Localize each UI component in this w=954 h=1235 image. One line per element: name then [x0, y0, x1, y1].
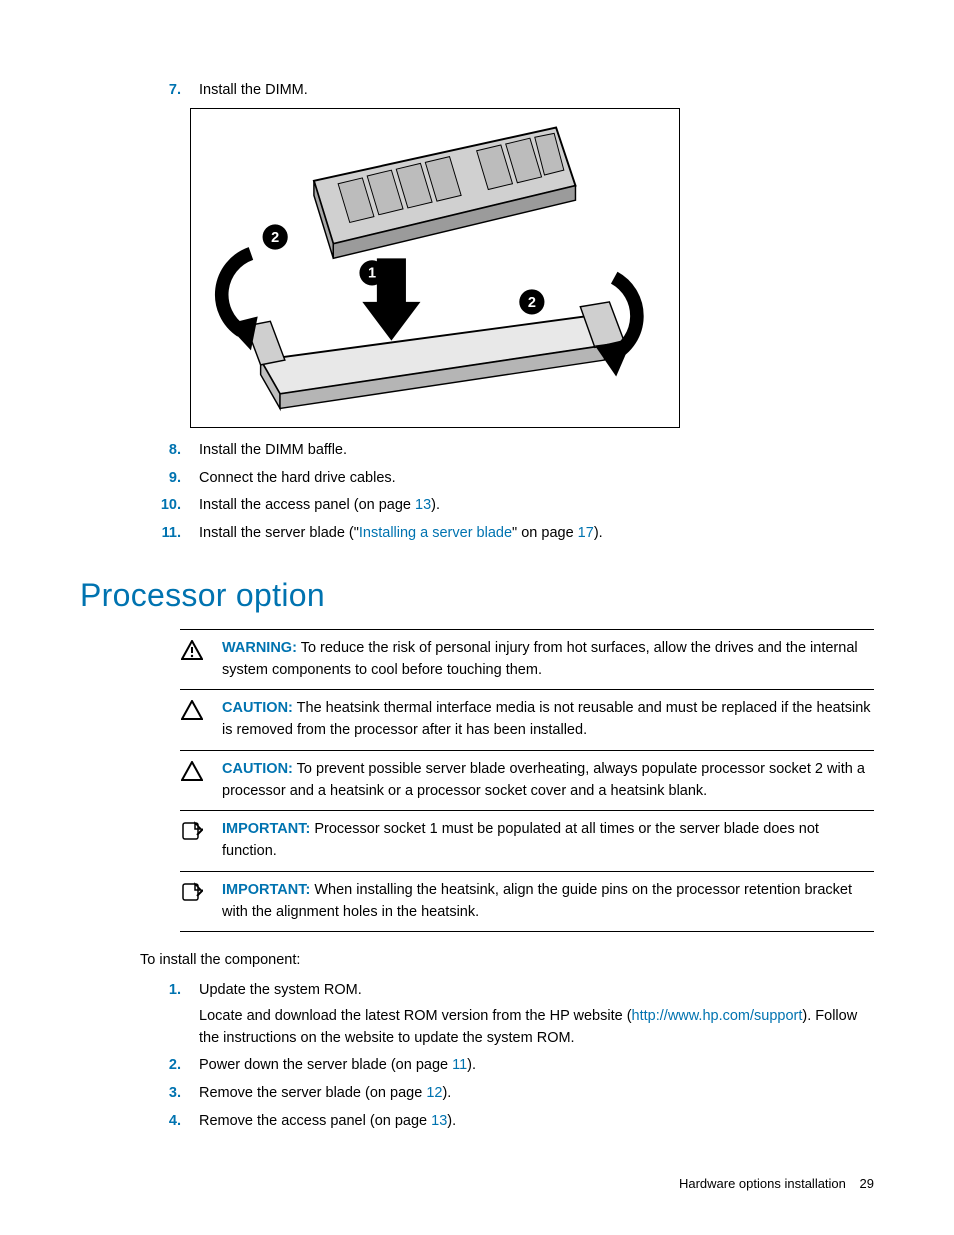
step-7: 7. Install the DIMM. [153, 80, 874, 102]
caution-icon [180, 759, 204, 803]
important-admonition: IMPORTANT: When installing the heatsink,… [180, 871, 874, 933]
important-icon [180, 880, 204, 924]
svg-text:2: 2 [528, 295, 536, 311]
step-list-c: 1. Update the system ROM. Locate and dow… [153, 980, 874, 1133]
step-11: 11. Install the server blade ("Installin… [153, 523, 874, 545]
footer-section: Hardware options installation [679, 1176, 846, 1191]
xref-link[interactable]: Installing a server blade [359, 525, 512, 541]
page-link[interactable]: 11 [452, 1057, 467, 1073]
important-admonition: IMPORTANT: Processor socket 1 must be po… [180, 810, 874, 871]
step-text: Power down the server blade (on page 11)… [199, 1055, 874, 1077]
step-9: 9. Connect the hard drive cables. [153, 468, 874, 490]
step-number: 3. [153, 1083, 181, 1105]
page-link[interactable]: 13 [415, 497, 431, 513]
step-4: 4. Remove the access panel (on page 13). [153, 1111, 874, 1133]
step-number: 2. [153, 1055, 181, 1077]
warning-admonition: WARNING: To reduce the risk of personal … [180, 629, 874, 690]
svg-text:1: 1 [368, 265, 376, 281]
admon-text: Processor socket 1 must be populated at … [222, 821, 819, 859]
step-number: 1. [153, 980, 181, 1049]
dimm-install-figure: 1 2 2 [190, 108, 680, 428]
step-subtext: Locate and download the latest ROM versi… [199, 1006, 874, 1050]
step-text: Update the system ROM. Locate and downlo… [199, 980, 874, 1049]
step-number: 10. [153, 495, 181, 517]
callout-2-right: 2 [519, 289, 544, 314]
step-number: 11. [153, 523, 181, 545]
admon-text: To prevent possible server blade overhea… [222, 761, 865, 799]
admon-label: CAUTION: [222, 700, 293, 716]
admonition-group: WARNING: To reduce the risk of personal … [80, 629, 874, 933]
step-list-a: 7. Install the DIMM. [153, 80, 874, 102]
admon-text: To reduce the risk of personal injury fr… [222, 640, 858, 678]
step-text: Install the access panel (on page 13). [199, 495, 874, 517]
admon-label: IMPORTANT: [222, 882, 310, 898]
important-icon [180, 819, 204, 863]
step-number: 8. [153, 440, 181, 462]
svg-text:2: 2 [271, 230, 279, 246]
callout-1: 1 [359, 260, 384, 285]
step-3: 3. Remove the server blade (on page 12). [153, 1083, 874, 1105]
caution-admonition: CAUTION: To prevent possible server blad… [180, 750, 874, 811]
step-text: Install the DIMM baffle. [199, 440, 874, 462]
admon-text: When installing the heatsink, align the … [222, 882, 852, 920]
admon-label: CAUTION: [222, 761, 293, 777]
step-1: 1. Update the system ROM. Locate and dow… [153, 980, 874, 1049]
warning-icon [180, 638, 204, 682]
page-link[interactable]: 12 [426, 1085, 442, 1101]
step-2: 2. Power down the server blade (on page … [153, 1055, 874, 1077]
caution-icon [180, 698, 204, 742]
admon-label: IMPORTANT: [222, 821, 310, 837]
callout-2-left: 2 [263, 224, 288, 249]
step-8: 8. Install the DIMM baffle. [153, 440, 874, 462]
step-number: 9. [153, 468, 181, 490]
section-heading: Processor option [80, 571, 874, 619]
step-text: Remove the server blade (on page 12). [199, 1083, 874, 1105]
step-number: 4. [153, 1111, 181, 1133]
step-number: 7. [153, 80, 181, 102]
arrow-curve-left [222, 253, 258, 350]
page-footer: Hardware options installation 29 [679, 1174, 874, 1194]
step-text: Remove the access panel (on page 13). [199, 1111, 874, 1133]
admon-label: WARNING: [222, 640, 297, 656]
step-text: Install the server blade ("Installing a … [199, 523, 874, 545]
caution-admonition: CAUTION: The heatsink thermal interface … [180, 689, 874, 750]
step-text: Connect the hard drive cables. [199, 468, 874, 490]
step-10: 10. Install the access panel (on page 13… [153, 495, 874, 517]
dimm-illustration: 1 2 2 [195, 113, 675, 423]
url-link[interactable]: http://www.hp.com/support [632, 1008, 803, 1024]
page-link[interactable]: 13 [431, 1113, 447, 1129]
intro-text: To install the component: [140, 950, 874, 972]
step-text: Install the DIMM. [199, 80, 874, 102]
step-list-b: 8. Install the DIMM baffle. 9. Connect t… [153, 440, 874, 545]
page-link[interactable]: 17 [578, 525, 594, 541]
admon-text: The heatsink thermal interface media is … [222, 700, 871, 738]
footer-page-number: 29 [860, 1176, 874, 1191]
